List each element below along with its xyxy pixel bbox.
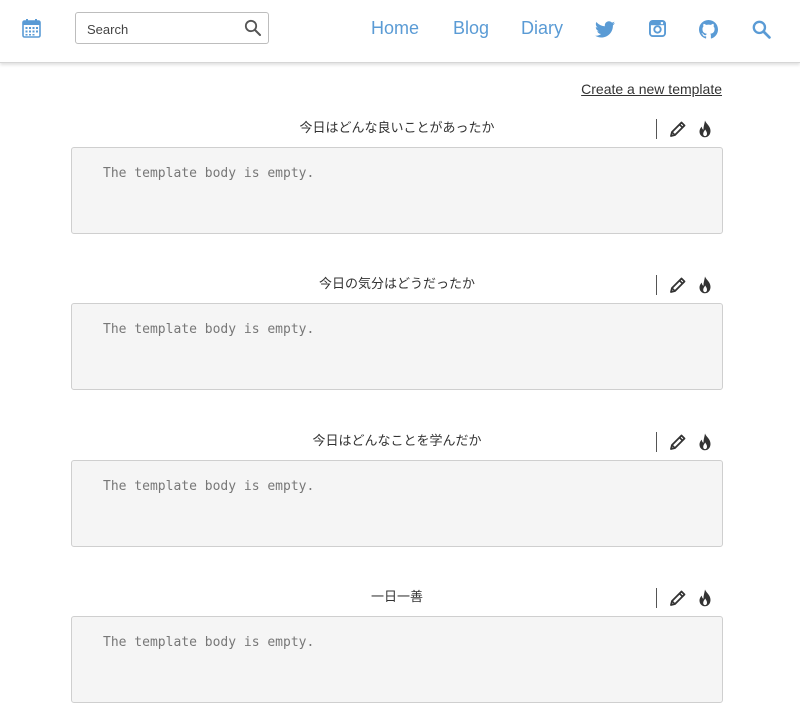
fire-icon[interactable] bbox=[697, 589, 713, 607]
template-body-text: The template body is empty. bbox=[103, 166, 315, 181]
search-box bbox=[75, 12, 269, 44]
fire-icon[interactable] bbox=[697, 433, 713, 451]
template-body: The template body is empty. bbox=[71, 616, 723, 703]
create-template-link[interactable]: Create a new template bbox=[581, 81, 722, 97]
divider bbox=[656, 275, 657, 295]
top-navbar: Home Blog Diary bbox=[0, 0, 800, 63]
template-body-text: The template body is empty. bbox=[103, 479, 315, 494]
fire-icon[interactable] bbox=[697, 276, 713, 294]
twitter-icon[interactable] bbox=[595, 21, 615, 38]
pencil-icon[interactable] bbox=[669, 589, 687, 607]
divider bbox=[656, 432, 657, 452]
template-title: 一日一善 bbox=[370, 590, 423, 605]
instagram-icon[interactable] bbox=[649, 20, 666, 37]
nav-home-link[interactable]: Home bbox=[371, 18, 419, 39]
divider bbox=[656, 588, 657, 608]
template-body: The template body is empty. bbox=[71, 460, 723, 547]
template-body-text: The template body is empty. bbox=[103, 635, 315, 650]
header-search-icon[interactable] bbox=[752, 20, 771, 39]
template-title: 今日の気分はどうだったか bbox=[318, 277, 475, 292]
search-icon[interactable] bbox=[244, 19, 262, 37]
template-title: 今日はどんなことを学んだか bbox=[312, 434, 482, 449]
template-body: The template body is empty. bbox=[71, 147, 723, 234]
fire-icon[interactable] bbox=[697, 120, 713, 138]
template-title: 今日はどんな良いことがあったか bbox=[299, 121, 495, 136]
github-icon[interactable] bbox=[699, 20, 718, 39]
divider bbox=[656, 119, 657, 139]
template-body-text: The template body is empty. bbox=[103, 322, 315, 337]
pencil-icon[interactable] bbox=[669, 276, 687, 294]
calendar-icon[interactable] bbox=[22, 19, 41, 38]
search-input[interactable] bbox=[77, 14, 249, 44]
pencil-icon[interactable] bbox=[669, 433, 687, 451]
template-body: The template body is empty. bbox=[71, 303, 723, 390]
nav-diary-link[interactable]: Diary bbox=[521, 18, 563, 39]
pencil-icon[interactable] bbox=[669, 120, 687, 138]
nav-blog-link[interactable]: Blog bbox=[453, 18, 489, 39]
